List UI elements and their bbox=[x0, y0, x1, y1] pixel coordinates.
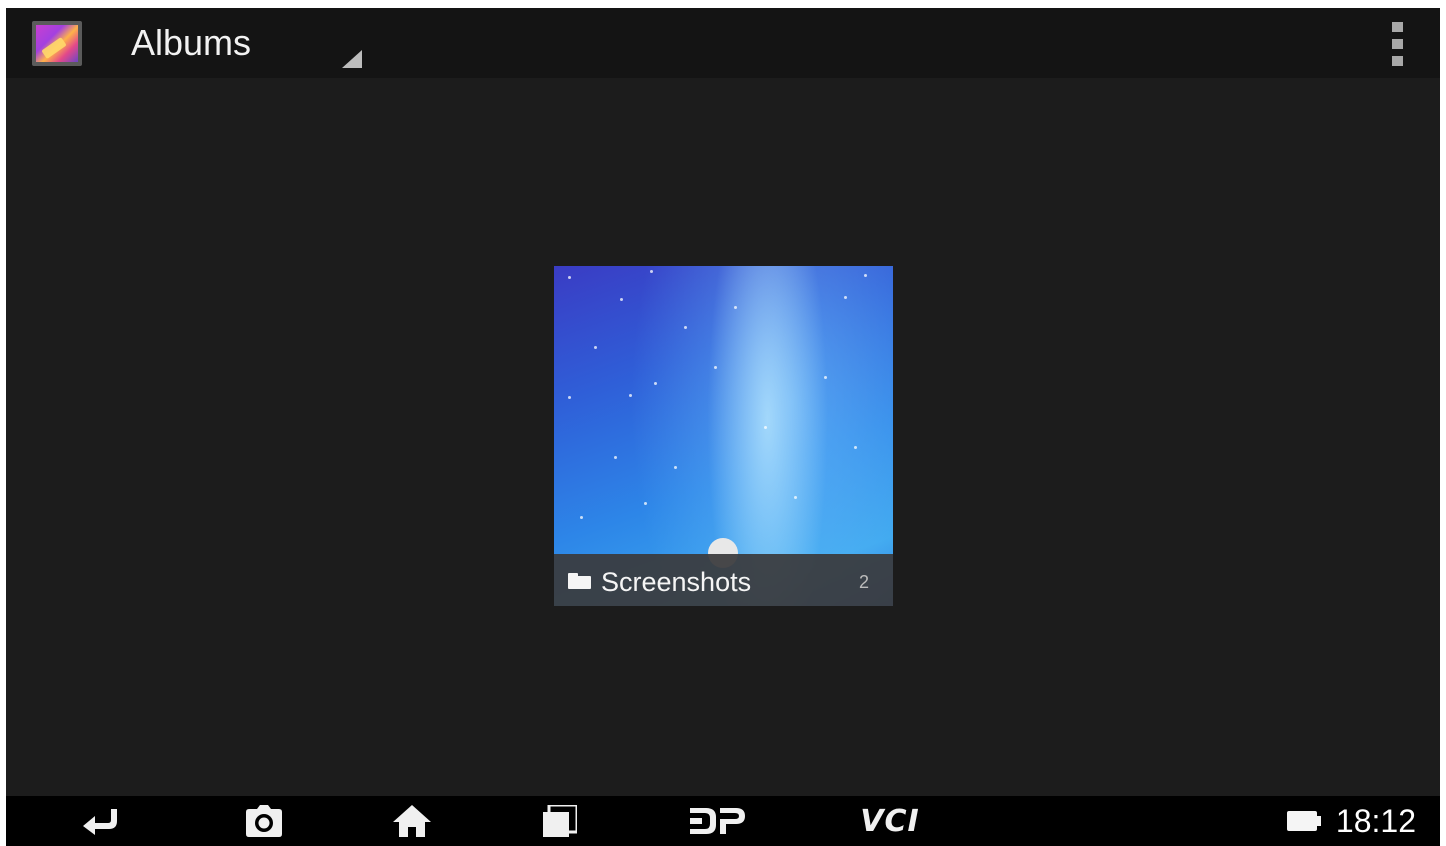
action-bar: Albums bbox=[6, 8, 1440, 78]
back-icon[interactable] bbox=[70, 796, 130, 846]
overflow-menu-icon[interactable] bbox=[1390, 22, 1404, 66]
camera-icon[interactable] bbox=[234, 796, 294, 846]
recent-apps-icon[interactable] bbox=[530, 796, 590, 846]
page-title: Albums bbox=[131, 22, 252, 63]
album-label-strip: Screenshots 2 bbox=[554, 554, 893, 606]
spinner-caret-icon bbox=[342, 50, 362, 68]
dp-icon[interactable] bbox=[682, 796, 752, 846]
status-area: 18:12 bbox=[1286, 796, 1416, 846]
album-name: Screenshots bbox=[601, 567, 752, 597]
battery-icon bbox=[1286, 811, 1321, 831]
vci-icon[interactable]: VCI bbox=[850, 796, 930, 846]
clock: 18:12 bbox=[1335, 803, 1416, 839]
album-tile-screenshots[interactable]: Screenshots 2 bbox=[554, 266, 893, 606]
album-count: 2 bbox=[858, 572, 869, 592]
system-nav-bar: VCI 18:12 bbox=[6, 796, 1440, 846]
gallery-screen: Albums Screenshots 2 VCI 18:12 bbox=[6, 8, 1440, 846]
album-view-spinner[interactable]: Albums bbox=[120, 8, 370, 78]
home-icon[interactable] bbox=[382, 796, 442, 846]
folder-icon bbox=[568, 573, 591, 589]
gallery-icon[interactable] bbox=[32, 21, 82, 66]
